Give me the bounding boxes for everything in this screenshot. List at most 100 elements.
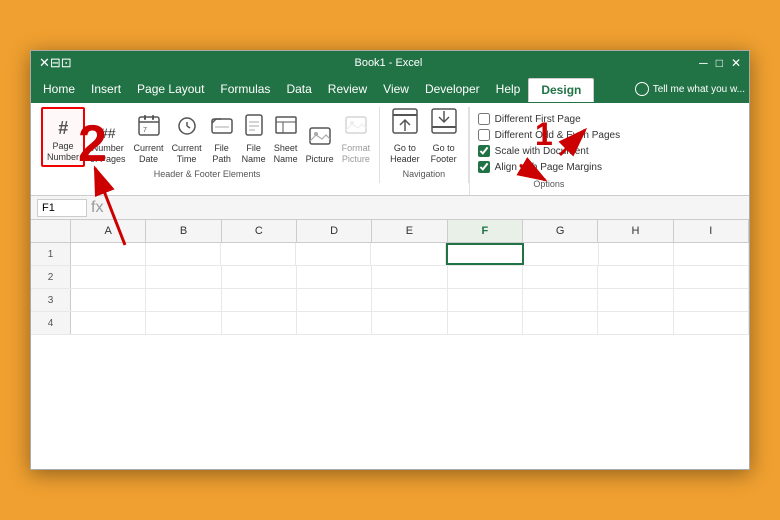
cell-d1[interactable]: [296, 243, 371, 265]
current-date-btn[interactable]: 7 CurrentDate: [131, 107, 167, 167]
hf-elements-group-label: Header & Footer Elements: [154, 167, 261, 183]
ribbon-group-navigation: Go toHeader Go toFooter Navigation: [380, 107, 469, 183]
cell-b3[interactable]: [146, 289, 221, 311]
cell-a3[interactable]: [71, 289, 146, 311]
col-header-f[interactable]: F: [448, 220, 523, 242]
diff-first-page-checkbox[interactable]: [478, 113, 490, 125]
format-picture-btn[interactable]: FormatPicture: [339, 107, 374, 167]
col-headers: A B C D E F G H I: [31, 220, 749, 243]
minimize-btn[interactable]: ─: [699, 56, 708, 70]
go-to-header-label: Go toHeader: [390, 143, 420, 165]
cell-h2[interactable]: [598, 266, 673, 288]
cell-g1[interactable]: [524, 243, 599, 265]
file-path-btn[interactable]: FilePath: [207, 107, 237, 167]
cell-b1[interactable]: [146, 243, 221, 265]
menu-bar: Home Insert Page Layout Formulas Data Re…: [31, 75, 749, 103]
corner-cell: [31, 220, 71, 242]
cell-a2[interactable]: [71, 266, 146, 288]
sheet-name-icon: [275, 114, 297, 141]
picture-btn[interactable]: Picture: [303, 107, 337, 167]
col-header-h[interactable]: H: [598, 220, 673, 242]
col-header-i[interactable]: I: [674, 220, 749, 242]
cell-c2[interactable]: [222, 266, 297, 288]
cell-c3[interactable]: [222, 289, 297, 311]
col-header-c[interactable]: C: [222, 220, 297, 242]
current-time-icon: [176, 114, 198, 141]
close-btn[interactable]: ✕: [731, 56, 741, 70]
menu-view[interactable]: View: [375, 78, 417, 100]
formula-input[interactable]: [107, 199, 743, 217]
cell-e1[interactable]: [371, 243, 446, 265]
col-header-a[interactable]: A: [71, 220, 146, 242]
menu-developer[interactable]: Developer: [417, 78, 488, 100]
cell-i2[interactable]: [674, 266, 749, 288]
align-margins-label: Align with Page Margins: [495, 162, 602, 173]
navigation-group-label: Navigation: [403, 167, 446, 183]
cell-c1[interactable]: [221, 243, 296, 265]
options-group-label: Options: [478, 177, 620, 189]
cell-i4[interactable]: [674, 312, 749, 334]
file-name-btn[interactable]: FileName: [239, 107, 269, 167]
window-title: Book1 - Excel: [78, 57, 699, 69]
menu-design[interactable]: Design: [528, 78, 594, 102]
diff-odd-even-checkbox[interactable]: [478, 129, 490, 141]
go-to-header-btn[interactable]: Go toHeader: [386, 107, 424, 167]
cell-g4[interactable]: [523, 312, 598, 334]
row-num-3: 3: [31, 289, 71, 311]
cell-h1[interactable]: [599, 243, 674, 265]
cell-b2[interactable]: [146, 266, 221, 288]
cell-i1[interactable]: [674, 243, 749, 265]
align-margins-checkbox[interactable]: [478, 161, 490, 173]
cell-f3[interactable]: [448, 289, 523, 311]
menu-page-layout[interactable]: Page Layout: [129, 78, 212, 100]
maximize-btn[interactable]: □: [716, 56, 723, 70]
file-name-icon: [243, 114, 265, 141]
cell-g3[interactable]: [523, 289, 598, 311]
table-row: 4: [31, 312, 749, 335]
menu-home[interactable]: Home: [35, 78, 83, 100]
cell-e3[interactable]: [372, 289, 447, 311]
cell-h3[interactable]: [598, 289, 673, 311]
cell-h4[interactable]: [598, 312, 673, 334]
cell-g2[interactable]: [523, 266, 598, 288]
col-header-b[interactable]: B: [146, 220, 221, 242]
menu-review[interactable]: Review: [320, 78, 375, 100]
search-icon: [635, 82, 649, 96]
row-num-2: 2: [31, 266, 71, 288]
cell-d2[interactable]: [297, 266, 372, 288]
cell-b4[interactable]: [146, 312, 221, 334]
cell-f1[interactable]: [446, 243, 524, 265]
search-text: Tell me what you w...: [653, 84, 745, 95]
name-box[interactable]: F1: [37, 199, 87, 217]
cell-d4[interactable]: [297, 312, 372, 334]
file-name-label: FileName: [242, 143, 266, 165]
current-time-btn[interactable]: CurrentTime: [169, 107, 205, 167]
col-header-e[interactable]: E: [372, 220, 447, 242]
cell-f2[interactable]: [448, 266, 523, 288]
scale-with-doc-checkbox[interactable]: [478, 145, 490, 157]
cell-d3[interactable]: [297, 289, 372, 311]
cell-e4[interactable]: [372, 312, 447, 334]
menu-insert[interactable]: Insert: [83, 78, 129, 100]
cell-e2[interactable]: [372, 266, 447, 288]
menu-help[interactable]: Help: [488, 78, 529, 100]
col-header-g[interactable]: G: [523, 220, 598, 242]
cell-a4[interactable]: [71, 312, 146, 334]
cell-i3[interactable]: [674, 289, 749, 311]
col-header-d[interactable]: D: [297, 220, 372, 242]
app-icon: ✕⊟⊡: [39, 55, 72, 71]
row-num-4: 4: [31, 312, 71, 334]
cell-a1[interactable]: [71, 243, 146, 265]
sheet-name-btn[interactable]: SheetName: [271, 107, 301, 167]
search-bar[interactable]: Tell me what you w...: [635, 82, 745, 96]
spreadsheet: A B C D E F G H I 1: [31, 220, 749, 469]
menu-formulas[interactable]: Formulas: [212, 78, 278, 100]
cell-c4[interactable]: [222, 312, 297, 334]
window-controls: ─ □ ✕: [699, 56, 741, 70]
step-2-label: 2: [78, 118, 107, 170]
table-row: 2: [31, 266, 749, 289]
menu-data[interactable]: Data: [278, 78, 319, 100]
cell-f4[interactable]: [448, 312, 523, 334]
align-margins-row: Align with Page Margins: [478, 161, 620, 173]
go-to-footer-btn[interactable]: Go toFooter: [426, 107, 462, 167]
